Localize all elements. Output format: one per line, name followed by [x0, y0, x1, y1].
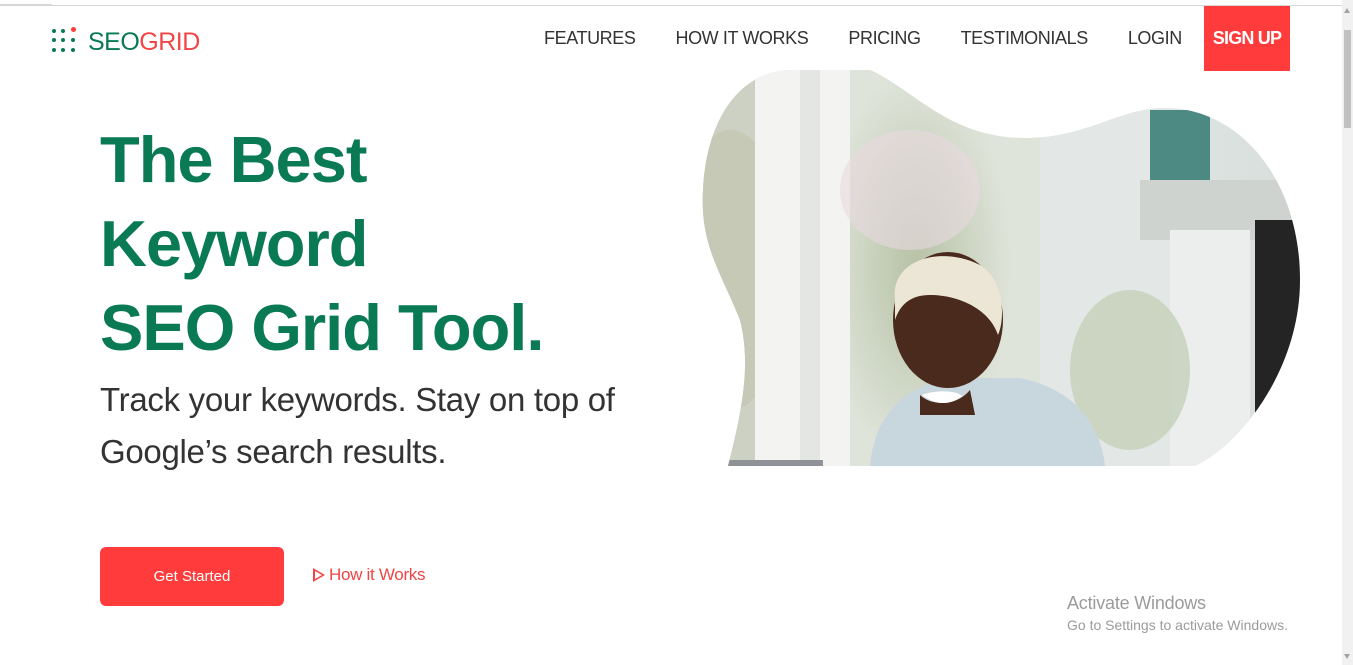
activate-windows-title: Activate Windows — [1067, 593, 1206, 613]
scroll-down-arrow-icon[interactable] — [1344, 654, 1350, 659]
how-it-works-label: How it Works — [329, 565, 426, 584]
activate-windows-subtitle: Go to Settings to activate Windows. — [1067, 617, 1288, 633]
signup-button[interactable]: SIGN UP — [1204, 6, 1290, 71]
hero-title-line-3: SEO Grid Tool. — [100, 291, 544, 364]
nav-features[interactable]: FEATURES — [544, 28, 636, 49]
hero-subtitle: Track your keywords. Stay on top of Goog… — [100, 381, 615, 470]
logo-text-seo: SEO — [88, 27, 140, 56]
main-nav: FEATURES HOW IT WORKS PRICING TESTIMONIA… — [524, 6, 1182, 71]
logo-wordmark: SEOGRID — [88, 27, 200, 56]
vertical-scrollbar[interactable] — [1342, 0, 1353, 665]
hero-photo — [702, 70, 1300, 466]
hero-title-line-1: The Best — [100, 123, 368, 196]
logo-text-grid: GRID — [139, 27, 200, 56]
nav-login[interactable]: LOGIN — [1128, 28, 1182, 49]
scrollbar-thumb[interactable] — [1344, 30, 1351, 128]
nav-testimonials[interactable]: TESTIMONIALS — [961, 28, 1089, 49]
hero-title: The Best Keyword SEO Grid Tool. — [100, 118, 544, 370]
play-outline-icon — [313, 568, 325, 582]
nav-pricing[interactable]: PRICING — [848, 28, 921, 49]
hero-title-line-2: Keyword — [100, 207, 369, 280]
nav-how-it-works[interactable]: HOW IT WORKS — [675, 28, 808, 49]
logo[interactable]: SEOGRID — [50, 27, 200, 57]
activate-windows-watermark: Activate Windows Go to Settings to activ… — [1067, 592, 1288, 635]
how-it-works-link[interactable]: How it Works — [313, 565, 426, 585]
dot-grid-icon — [50, 27, 80, 57]
get-started-button[interactable]: Get Started — [100, 547, 284, 606]
scroll-up-arrow-icon[interactable] — [1344, 8, 1350, 13]
